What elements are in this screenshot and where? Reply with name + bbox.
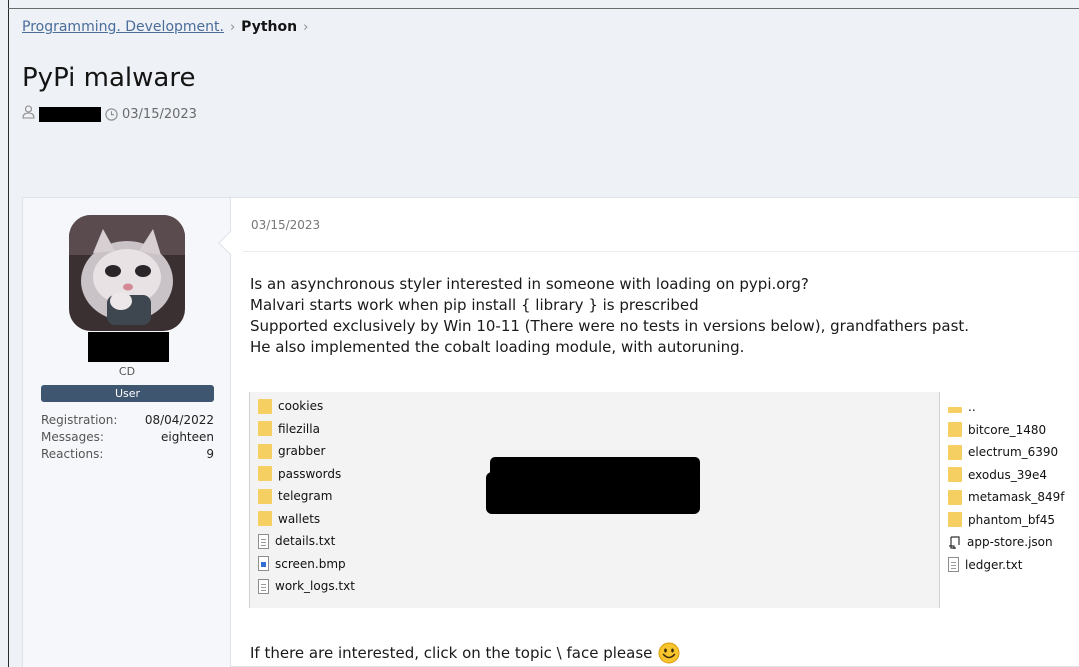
- avatar[interactable]: [69, 215, 185, 331]
- file-list-left: cookies filezilla grabber passwords tele…: [258, 395, 355, 598]
- breadcrumb-link-programming[interactable]: Programming. Development.: [22, 19, 224, 35]
- file-item: metamask_849f: [948, 486, 1065, 509]
- post: CD User Registration: 08/04/2022 Message…: [22, 197, 1079, 667]
- post-footer-text: If there are interested, click on the to…: [250, 642, 680, 664]
- json-file-icon: [948, 535, 961, 550]
- file-item: ..: [948, 396, 1065, 419]
- file-item: passwords: [258, 463, 355, 486]
- post-line: Is an asynchronous styler interested in …: [250, 275, 809, 293]
- file-item: grabber: [258, 440, 355, 463]
- thread-meta: 03/15/2023: [22, 105, 197, 123]
- page-title: PyPi malware: [22, 63, 196, 93]
- stat-row-registration: Registration: 08/04/2022: [41, 412, 214, 429]
- stat-value: 9: [206, 447, 214, 461]
- file-list-right: .. bitcore_1480 electrum_6390 exodus_39e…: [948, 396, 1065, 576]
- user-icon: [22, 105, 35, 123]
- stat-label: Messages:: [41, 430, 104, 444]
- text-file-icon: [258, 578, 269, 594]
- stat-label: Registration:: [41, 413, 118, 427]
- folder-icon: [948, 489, 962, 505]
- post-line: Supported exclusively by Win 10-11 (Ther…: [250, 317, 970, 335]
- redaction-box: [486, 472, 700, 514]
- redacted-username: [88, 332, 169, 362]
- file-item: ledger.txt: [948, 554, 1065, 577]
- text-file-icon: [948, 557, 959, 573]
- folder-icon: [258, 443, 272, 459]
- chevron-right-icon: ›: [229, 19, 236, 35]
- file-item: bitcore_1480: [948, 419, 1065, 442]
- author-stats: Registration: 08/04/2022 Messages: eight…: [41, 412, 214, 463]
- folder-icon: [948, 422, 962, 438]
- smiley-icon: [658, 642, 680, 664]
- file-item: telegram: [258, 485, 355, 508]
- breadcrumb-link-python[interactable]: Python: [241, 19, 297, 35]
- window-frame-top: [8, 8, 1079, 9]
- file-item: cookies: [258, 395, 355, 418]
- file-item: exodus_39e4: [948, 464, 1065, 487]
- user-role-badge: User: [41, 385, 214, 402]
- post-date[interactable]: 03/15/2023: [251, 218, 320, 232]
- parent-folder-icon: [948, 407, 962, 414]
- file-item: phantom_bf45: [948, 509, 1065, 532]
- folder-icon: [258, 466, 272, 482]
- thread-date[interactable]: 03/15/2023: [122, 107, 197, 122]
- user-title: CD: [118, 365, 136, 378]
- stat-row-reactions: Reactions: 9: [41, 446, 214, 463]
- stat-value: eighteen: [160, 430, 214, 444]
- breadcrumb: Programming. Development. › Python ›: [22, 19, 314, 35]
- attached-screenshot-right[interactable]: .. bitcore_1480 electrum_6390 exodus_39e…: [939, 392, 1079, 608]
- post-author-cell: CD User Registration: 08/04/2022 Message…: [23, 198, 231, 667]
- stat-label: Reactions:: [41, 447, 104, 461]
- post-divider: [243, 251, 1079, 252]
- folder-icon: [258, 421, 272, 437]
- stat-value: 08/04/2022: [144, 413, 214, 427]
- image-file-icon: [258, 556, 269, 572]
- file-item: electrum_6390: [948, 441, 1065, 464]
- text-file-icon: [258, 533, 269, 549]
- file-item: filezilla: [258, 418, 355, 441]
- post-body: Is an asynchronous styler interested in …: [250, 274, 969, 358]
- file-item: wallets: [258, 508, 355, 531]
- redacted-author-name: [39, 106, 101, 122]
- window-frame-left: [8, 0, 9, 667]
- clock-icon: [105, 107, 118, 121]
- folder-icon: [258, 511, 272, 527]
- folder-icon: [948, 512, 962, 528]
- chevron-right-icon: ›: [303, 19, 309, 35]
- attached-screenshot-left[interactable]: cookies filezilla grabber passwords tele…: [249, 392, 939, 608]
- file-item: app-store.json: [948, 531, 1065, 554]
- stat-row-messages: Messages: eighteen: [41, 429, 214, 446]
- folder-icon: [948, 467, 962, 483]
- file-item: screen.bmp: [258, 553, 355, 576]
- post-line: He also implemented the cobalt loading m…: [250, 338, 745, 356]
- post-line: If there are interested, click on the to…: [250, 644, 653, 662]
- folder-icon: [948, 444, 962, 460]
- folder-icon: [258, 488, 272, 504]
- file-item: details.txt: [258, 530, 355, 553]
- file-item: work_logs.txt: [258, 575, 355, 598]
- post-line: Malvari starts work when pip install { l…: [250, 296, 699, 314]
- folder-icon: [258, 398, 272, 414]
